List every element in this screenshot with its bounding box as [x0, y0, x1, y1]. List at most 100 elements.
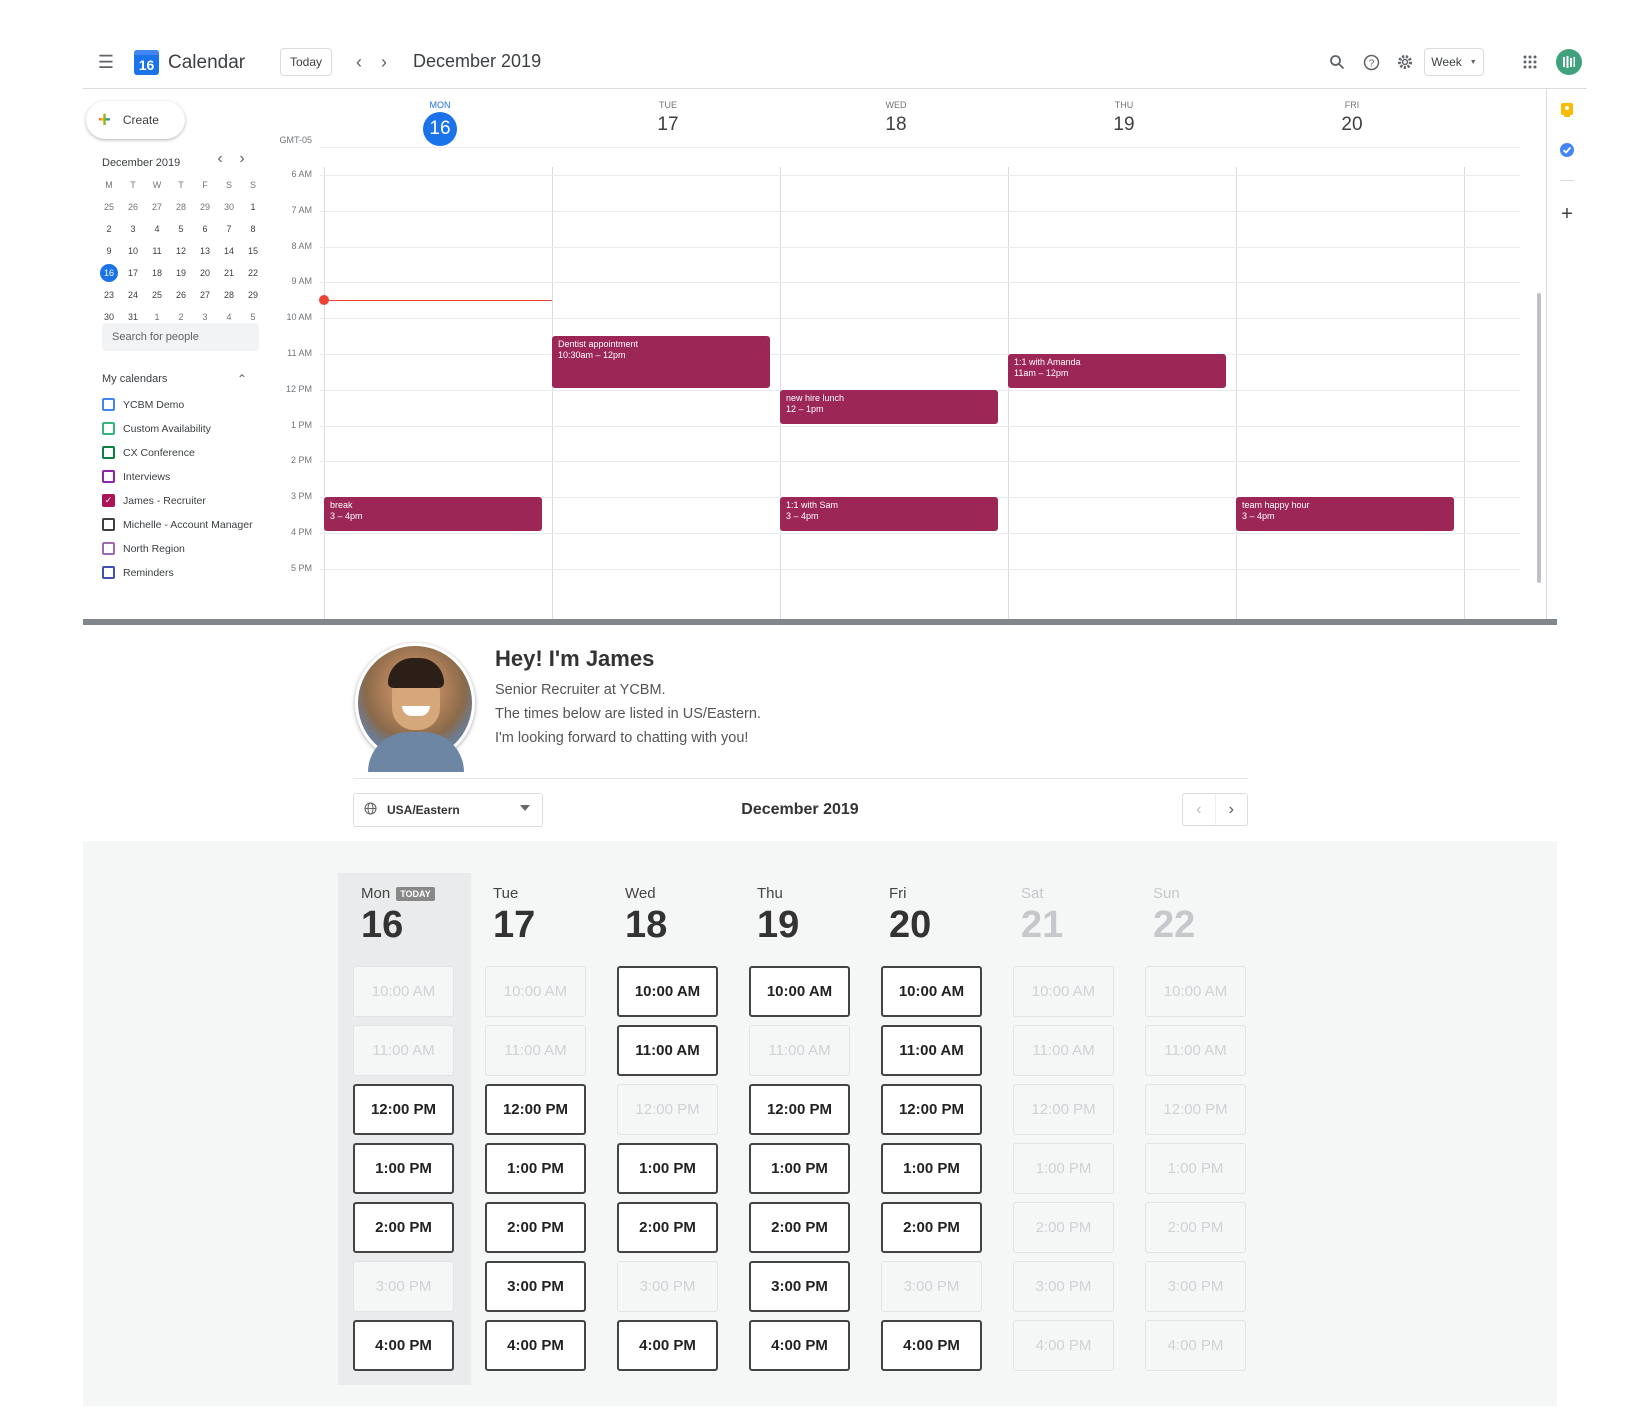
mini-day[interactable]: 29 [241, 284, 265, 306]
main-menu-icon[interactable]: ☰ [93, 49, 119, 75]
search-people-input[interactable]: Search for people [102, 323, 259, 351]
calendar-item[interactable]: Michelle - Account Manager [102, 518, 253, 531]
mini-day[interactable]: 12 [169, 240, 193, 262]
calendar-event[interactable]: break 3 – 4pm [324, 497, 542, 531]
mini-day[interactable]: 8 [241, 218, 265, 240]
mini-day[interactable]: 2 [97, 218, 121, 240]
view-selector-button[interactable]: Week ▼ [1424, 48, 1484, 76]
calendar-checkbox[interactable] [102, 398, 115, 411]
calendar-item[interactable]: Interviews [102, 470, 170, 483]
time-slot-button[interactable]: 10:00 AM [749, 966, 850, 1017]
grid-scrollbar[interactable] [1537, 293, 1541, 583]
time-slot-button[interactable]: 12:00 PM [749, 1084, 850, 1135]
mini-day[interactable]: 22 [241, 262, 265, 284]
create-button[interactable]: + Create [86, 101, 185, 139]
calendar-event[interactable]: new hire lunch 12 – 1pm [780, 389, 998, 424]
day-number[interactable]: 18 [782, 114, 1010, 136]
time-slot-button[interactable]: 1:00 PM [749, 1143, 850, 1194]
calendar-event[interactable]: 1:1 with Amanda 11am – 12pm [1008, 354, 1226, 388]
day-number[interactable]: 19 [1010, 114, 1238, 136]
collapse-chevron-up-icon[interactable]: ⌃ [233, 371, 251, 387]
day-header[interactable]: WED 18 [782, 89, 1010, 136]
time-slot-button[interactable]: 4:00 PM [881, 1320, 982, 1371]
mini-day[interactable]: 26 [121, 196, 145, 218]
today-button[interactable]: Today [280, 48, 332, 76]
add-addon-plus-icon[interactable]: + [1556, 203, 1578, 225]
mini-day-selected[interactable]: 16 [100, 264, 118, 282]
mini-day[interactable]: 14 [217, 240, 241, 262]
mini-day[interactable]: 24 [121, 284, 145, 306]
calendar-item[interactable]: YCBM Demo [102, 398, 184, 411]
time-slot-button[interactable]: 12:00 PM [485, 1084, 586, 1135]
mini-day[interactable]: 27 [145, 196, 169, 218]
mini-day[interactable]: 18 [145, 262, 169, 284]
day-header[interactable]: THU 19 [1010, 89, 1238, 136]
day-header[interactable]: FRI 20 [1238, 89, 1466, 136]
mini-day[interactable]: 20 [193, 262, 217, 284]
time-slot-button[interactable]: 2:00 PM [617, 1202, 718, 1253]
mini-next-month-icon[interactable]: › [233, 149, 251, 169]
mini-day[interactable]: 10 [121, 240, 145, 262]
mini-day[interactable]: 11 [145, 240, 169, 262]
mini-day[interactable]: 25 [145, 284, 169, 306]
mini-day[interactable]: 29 [193, 196, 217, 218]
mini-day[interactable]: 15 [241, 240, 265, 262]
help-icon[interactable]: ? [1358, 49, 1384, 75]
previous-week-chevron-icon[interactable]: ‹ [1183, 794, 1216, 825]
time-slot-button[interactable]: 11:00 AM [881, 1025, 982, 1076]
mini-day[interactable]: 25 [97, 196, 121, 218]
mini-day[interactable]: 28 [217, 284, 241, 306]
search-icon[interactable] [1324, 49, 1350, 75]
time-slot-button[interactable]: 12:00 PM [353, 1084, 454, 1135]
calendar-event[interactable]: 1:1 with Sam 3 – 4pm [780, 497, 998, 531]
time-slot-button[interactable]: 2:00 PM [881, 1202, 982, 1253]
calendar-item[interactable]: CX Conference [102, 446, 195, 459]
next-week-chevron-icon[interactable]: › [1216, 794, 1248, 825]
apps-grid-icon[interactable] [1517, 49, 1543, 75]
time-slot-button[interactable]: 4:00 PM [353, 1320, 454, 1371]
mini-day[interactable]: 13 [193, 240, 217, 262]
time-slot-button[interactable]: 4:00 PM [749, 1320, 850, 1371]
previous-week-icon[interactable]: ‹ [349, 49, 369, 75]
day-header[interactable]: MON 16 [326, 89, 554, 146]
mini-day[interactable]: 28 [169, 196, 193, 218]
mini-day[interactable]: 3 [121, 218, 145, 240]
mini-day[interactable]: 7 [217, 218, 241, 240]
time-slot-button[interactable]: 2:00 PM [485, 1202, 586, 1253]
mini-day[interactable]: 21 [217, 262, 241, 284]
mini-day[interactable]: 6 [193, 218, 217, 240]
mini-day[interactable]: 26 [169, 284, 193, 306]
time-slot-button[interactable]: 1:00 PM [353, 1143, 454, 1194]
calendar-event[interactable]: Dentist appointment 10:30am – 12pm [552, 336, 770, 388]
time-slot-button[interactable]: 1:00 PM [485, 1143, 586, 1194]
calendar-item[interactable]: ✓ James - Recruiter [102, 494, 206, 507]
mini-day[interactable]: 30 [217, 196, 241, 218]
calendar-item[interactable]: North Region [102, 542, 185, 555]
time-slot-button[interactable]: 2:00 PM [749, 1202, 850, 1253]
tasks-icon[interactable] [1556, 139, 1578, 161]
time-slot-button[interactable]: 10:00 AM [881, 966, 982, 1017]
calendar-checkbox[interactable]: ✓ [102, 494, 115, 507]
mini-day[interactable]: 1 [241, 196, 265, 218]
settings-gear-icon[interactable] [1392, 49, 1418, 75]
calendar-event[interactable]: team happy hour 3 – 4pm [1236, 497, 1454, 531]
calendar-checkbox[interactable] [102, 470, 115, 483]
calendar-item[interactable]: Custom Availability [102, 422, 211, 435]
time-slot-button[interactable]: 10:00 AM [617, 966, 718, 1017]
day-number[interactable]: 17 [554, 114, 782, 136]
day-number[interactable]: 20 [1238, 114, 1466, 136]
my-calendars-heading[interactable]: My calendars [102, 373, 167, 385]
time-slot-button[interactable]: 3:00 PM [485, 1261, 586, 1312]
mini-day[interactable]: 9 [97, 240, 121, 262]
account-avatar[interactable] [1556, 49, 1582, 75]
calendar-item[interactable]: Reminders [102, 566, 174, 579]
calendar-checkbox[interactable] [102, 518, 115, 531]
time-slot-button[interactable]: 11:00 AM [617, 1025, 718, 1076]
time-slot-button[interactable]: 1:00 PM [617, 1143, 718, 1194]
time-slot-button[interactable]: 3:00 PM [749, 1261, 850, 1312]
day-header[interactable]: TUE 17 [554, 89, 782, 136]
time-slot-button[interactable]: 4:00 PM [617, 1320, 718, 1371]
calendar-checkbox[interactable] [102, 566, 115, 579]
next-week-icon[interactable]: › [374, 49, 394, 75]
time-slot-button[interactable]: 4:00 PM [485, 1320, 586, 1371]
